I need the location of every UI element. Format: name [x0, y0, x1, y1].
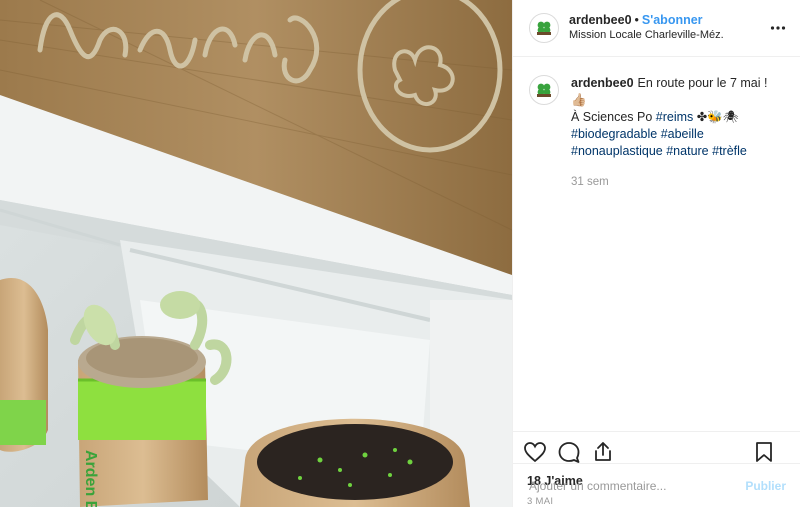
photo-illustration: Arden Bee — [0, 0, 512, 507]
share-button[interactable] — [591, 440, 615, 464]
clover-logo-icon — [537, 21, 551, 35]
heart-icon — [524, 442, 546, 463]
hashtag-reims[interactable]: #reims — [656, 110, 694, 124]
caption-text: ardenbee0 En route pour le 7 mai ! 👍🏼 À S… — [571, 75, 781, 160]
location-link[interactable]: Mission Locale Charleville-Méz. — [569, 28, 724, 43]
pot-logo-text: Arden Bee — [82, 450, 99, 507]
hashtag-trefle[interactable]: #trèfle — [712, 144, 747, 158]
username-link[interactable]: ardenbee0 — [569, 13, 632, 27]
separator-dot: • — [634, 13, 639, 27]
caption-avatar[interactable] — [529, 75, 559, 105]
caption-emojis: ✤🐝🕷 — [696, 110, 739, 124]
avatar[interactable] — [529, 13, 559, 43]
caption: ardenbee0 En route pour le 7 mai ! 👍🏼 À S… — [529, 75, 784, 160]
post-header: ardenbee0 • S'abonner Mission Locale Charl… — [513, 0, 800, 57]
save-button[interactable] — [752, 440, 776, 464]
caption-username[interactable]: ardenbee0 — [571, 76, 634, 90]
instagram-post: Arden Bee ardenbee0 • S'abonner Mission … — [0, 0, 800, 507]
comments-section: ardenbee0 En route pour le 7 mai ! 👍🏼 À S… — [513, 57, 800, 431]
caption-line-2: À Sciences Po — [571, 110, 653, 124]
comment-icon — [558, 442, 580, 463]
follow-button[interactable]: S'abonner — [642, 13, 703, 27]
publish-button[interactable]: Publier — [745, 479, 786, 493]
hashtag-nonauplastique[interactable]: #nonauplastique — [571, 144, 663, 158]
like-button[interactable] — [523, 440, 547, 464]
comment-button[interactable] — [557, 440, 581, 464]
caption-age[interactable]: 31 sem — [571, 176, 784, 188]
hashtag-biodegradable[interactable]: #biodegradable — [571, 127, 657, 141]
hashtag-nature[interactable]: #nature — [666, 144, 708, 158]
more-options-icon[interactable] — [770, 20, 786, 36]
post-photo[interactable]: Arden Bee — [0, 0, 512, 507]
bookmark-icon — [756, 442, 772, 462]
post-sidebar: ardenbee0 • S'abonner Mission Locale Charl… — [512, 0, 800, 507]
add-comment-bar: Publier — [513, 463, 800, 507]
hashtag-abeille[interactable]: #abeille — [661, 127, 704, 141]
comment-input[interactable] — [527, 477, 746, 494]
clover-logo-icon — [537, 83, 551, 97]
share-icon — [595, 442, 611, 461]
